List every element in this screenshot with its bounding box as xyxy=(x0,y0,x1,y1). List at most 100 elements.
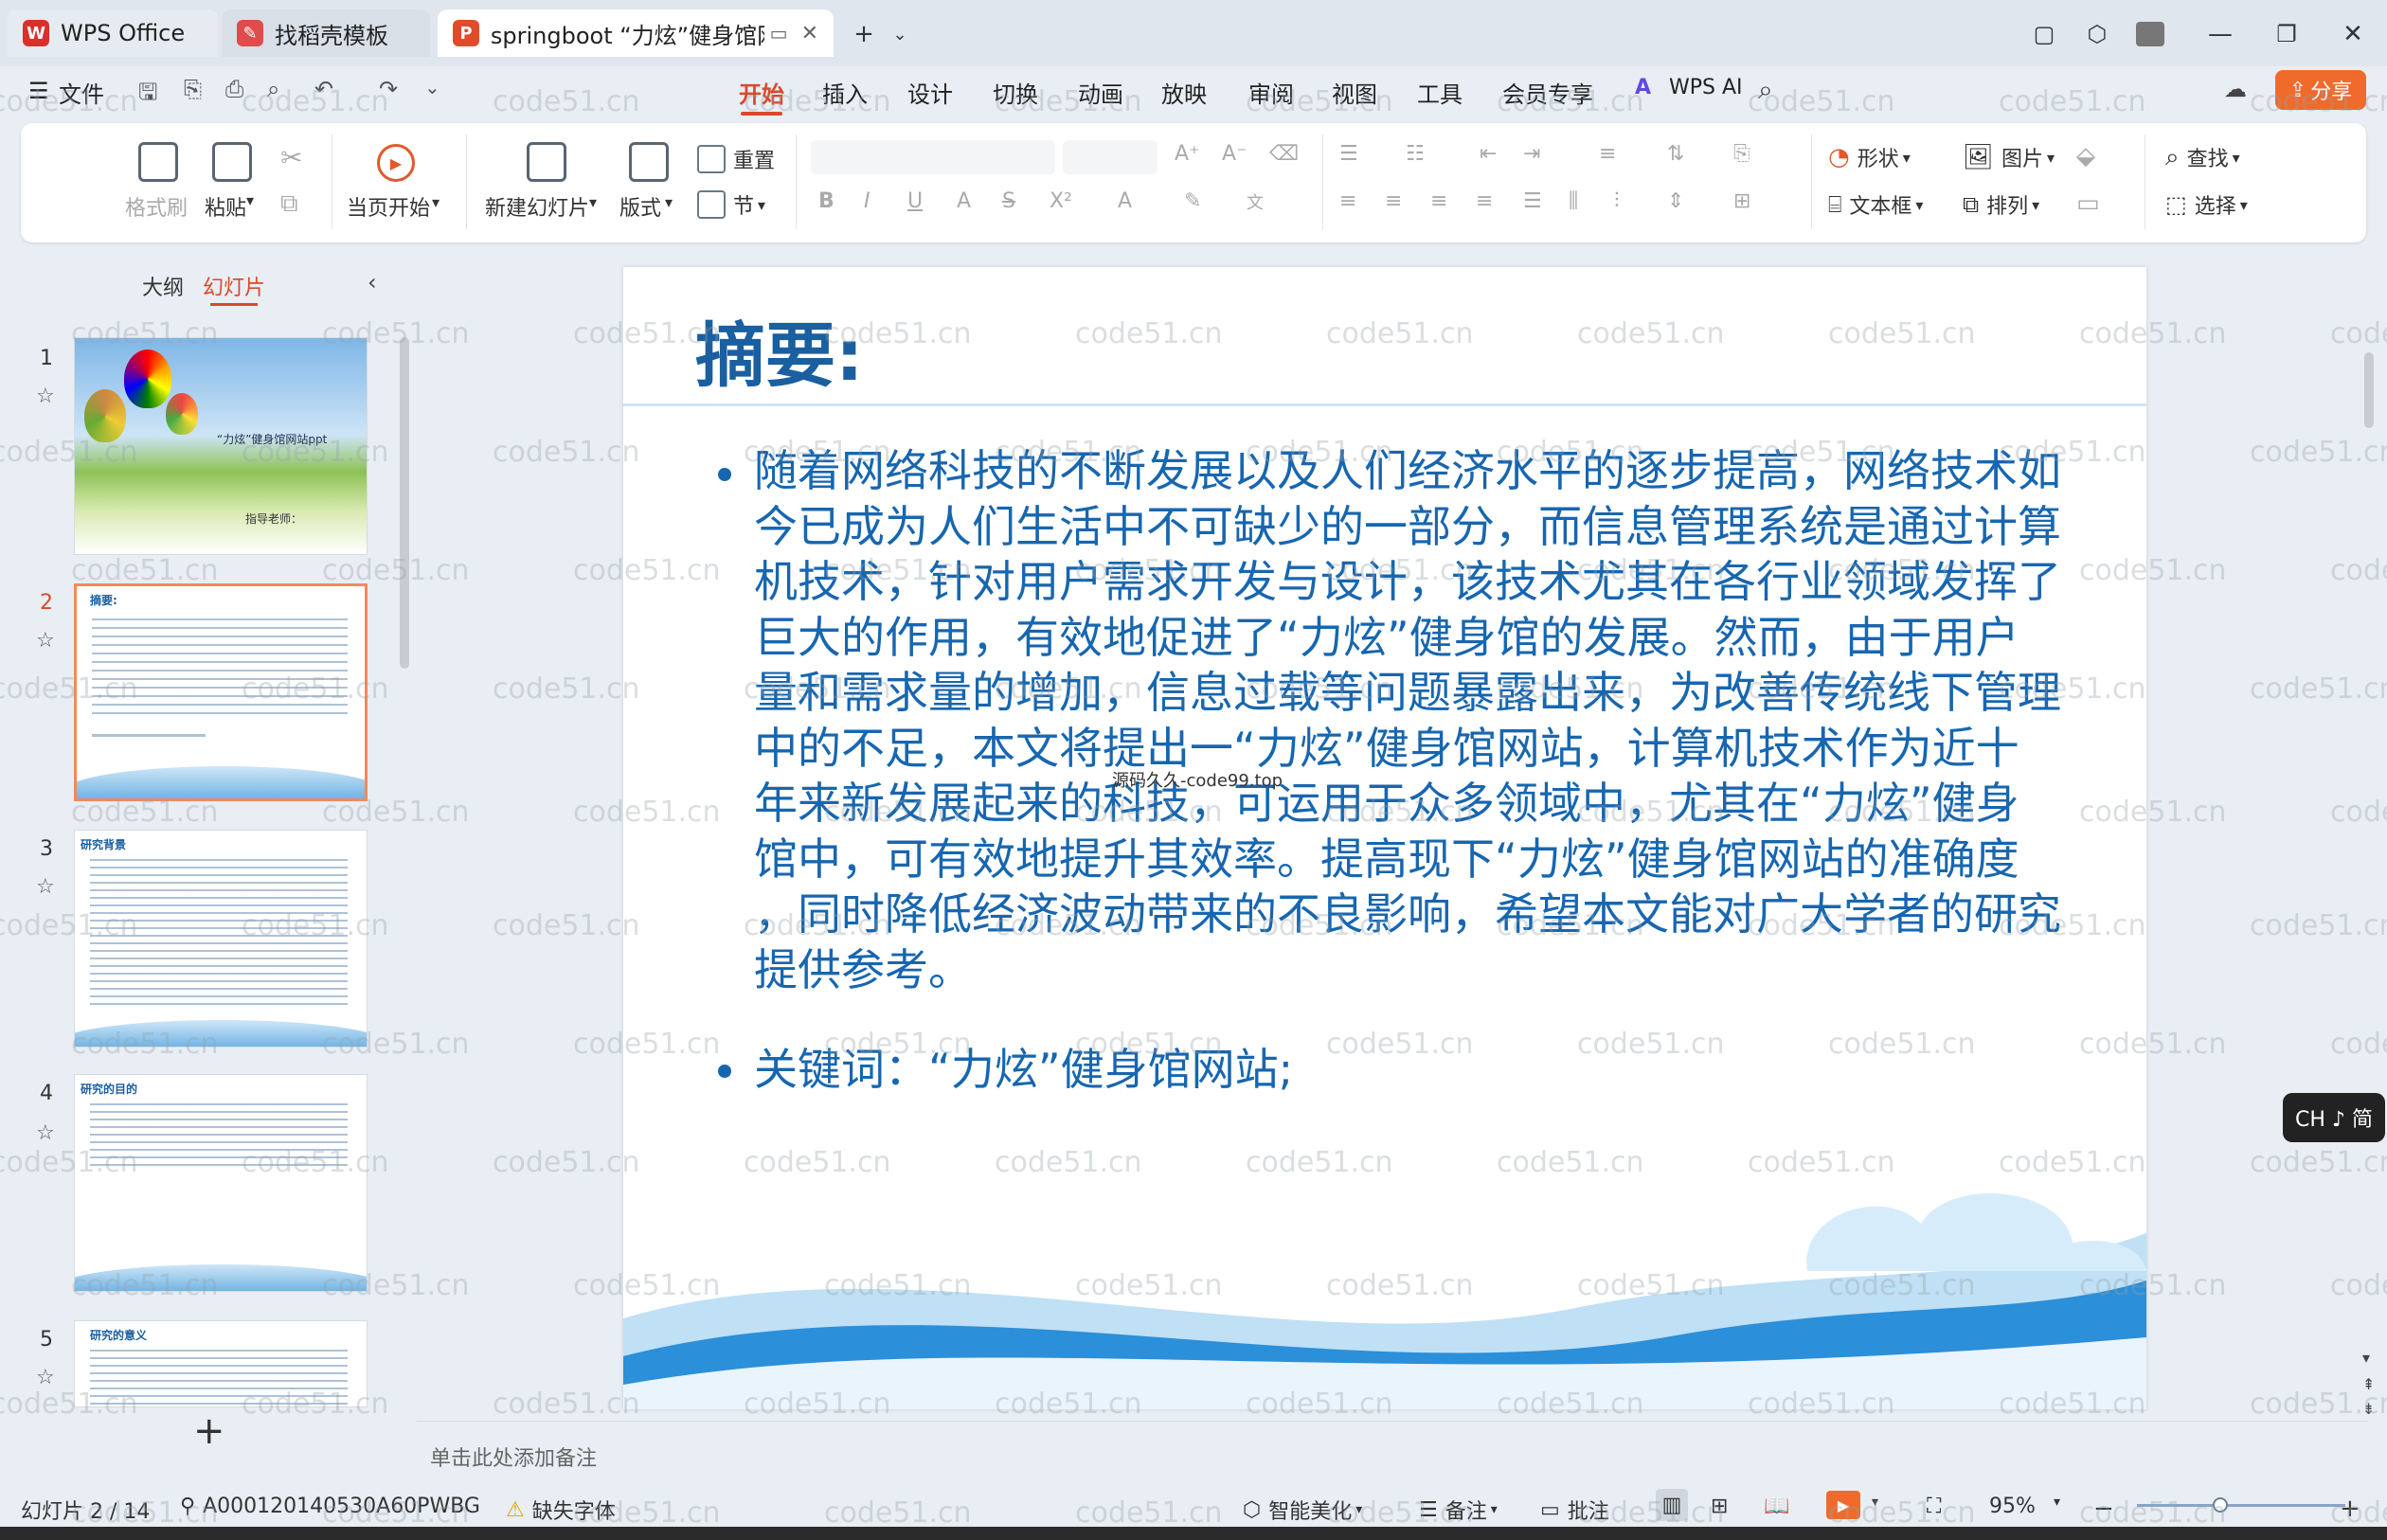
tab-outline[interactable]: 大纲 xyxy=(142,271,184,301)
hamburger-icon[interactable]: ☰ xyxy=(28,78,49,104)
fit-window-icon[interactable]: ⛶ xyxy=(1927,1495,1941,1518)
shadow-icon[interactable]: A xyxy=(957,189,971,213)
zoom-dropdown-icon[interactable]: ▾ xyxy=(2054,1495,2060,1510)
slide-thumbnail-1[interactable]: “力炫”健身馆网站ppt 指导老师： xyxy=(74,337,368,555)
font-family-select[interactable] xyxy=(811,140,1055,174)
search-icon[interactable]: ⌕ xyxy=(1758,74,1773,106)
maximize-icon[interactable]: ❐ xyxy=(2266,13,2307,55)
phonetic-icon[interactable]: 文 xyxy=(1247,189,1264,214)
quick-access-dropdown-icon[interactable]: ⌄ xyxy=(424,76,440,98)
canvas-scrollbar[interactable] xyxy=(2364,352,2374,428)
menu-member[interactable]: 会员专享 xyxy=(1502,76,1593,109)
zoom-in-icon[interactable]: + xyxy=(2340,1495,2360,1523)
play-from-current-button[interactable]: 当页开始 xyxy=(347,191,430,222)
sorter-view-icon[interactable]: ⊞ xyxy=(1711,1495,1728,1518)
window-layout-icon[interactable]: ▢ xyxy=(2023,13,2065,55)
clear-format-icon[interactable]: ⌫ xyxy=(1269,142,1299,166)
copy-icon[interactable]: ⧉ xyxy=(280,189,298,219)
star-icon[interactable]: ☆ xyxy=(36,385,55,408)
select-button[interactable]: ⬚ 选择 ▾ xyxy=(2165,189,2248,220)
textbox-button[interactable]: ⌸ 文本框 ▾ xyxy=(1828,189,1923,220)
slide-thumbnail-2[interactable]: 摘要: xyxy=(74,583,368,801)
minimize-icon[interactable]: — xyxy=(2199,13,2241,55)
menu-slideshow[interactable]: 放映 xyxy=(1161,76,1207,109)
section-button[interactable]: 节 ▾ xyxy=(697,189,765,220)
underline-icon[interactable]: U xyxy=(907,189,923,213)
align-left-icon[interactable]: ≡ xyxy=(1339,189,1356,213)
text-align-icon[interactable]: ⇕ xyxy=(1667,189,1684,213)
arrange-button[interactable]: ⧉ 排列 ▾ xyxy=(1963,189,2039,220)
menu-design[interactable]: 设计 xyxy=(907,76,953,109)
add-slide-button[interactable]: + xyxy=(193,1409,225,1453)
menu-home[interactable]: 开始 xyxy=(739,76,784,109)
missing-font-button[interactable]: ⚠ 缺失字体 xyxy=(506,1495,616,1525)
decrease-indent-icon[interactable]: ⇤ xyxy=(1480,142,1497,166)
increase-font-icon[interactable]: A⁺ xyxy=(1175,142,1200,166)
normal-view-icon[interactable]: ▥ xyxy=(1656,1489,1688,1521)
tab-wps-office[interactable]: W WPS Office xyxy=(8,9,218,57)
format-painter-button[interactable]: 格式刷 xyxy=(125,191,188,222)
smartart-icon[interactable]: ⊞ xyxy=(1733,189,1750,213)
zoom-out-icon[interactable]: − xyxy=(2093,1495,2114,1523)
convert-icon[interactable]: ⎘ xyxy=(1733,142,1750,166)
menu-animation[interactable]: 动画 xyxy=(1078,76,1123,109)
reset-button[interactable]: 重置 xyxy=(697,144,775,174)
doc-id-button[interactable]: ⚲ A000120140530A60PWBG xyxy=(180,1495,480,1518)
tab-dropdown-icon[interactable]: ⌄ xyxy=(879,13,921,55)
slide-title[interactable]: 摘要: xyxy=(695,299,864,401)
close-window-icon[interactable]: ✕ xyxy=(2332,13,2374,55)
tab-template[interactable]: ✎ 找稻壳模板 xyxy=(222,9,430,57)
font-size-select[interactable] xyxy=(1063,140,1158,174)
scroll-down-icon[interactable]: ▾ xyxy=(2362,1349,2370,1367)
star-icon[interactable]: ☆ xyxy=(36,1121,55,1145)
layout-button[interactable]: 版式 xyxy=(619,191,661,222)
italic-icon[interactable]: I xyxy=(864,189,870,213)
star-icon[interactable]: ☆ xyxy=(36,875,55,899)
tab-document[interactable]: P springboot “力炫”健身馆网 ▭ ✕ xyxy=(438,9,834,57)
next-slide-icon[interactable]: ⇟ xyxy=(2362,1400,2375,1418)
box-icon[interactable]: ⬡ xyxy=(2076,13,2118,55)
menu-review[interactable]: 审阅 xyxy=(1248,76,1294,109)
justify-icon[interactable]: ≡ xyxy=(1476,189,1493,213)
notes-button[interactable]: ☰ 备注 ▾ xyxy=(1419,1495,1498,1525)
print-preview-icon[interactable]: ⌕ xyxy=(267,76,279,102)
abstract-paragraph[interactable]: 随着网络科技的不断发展以及人们经济水平的逐步提高，网络技术如 今已成为人们生活中… xyxy=(754,443,2118,997)
share-button[interactable]: ⇪ 分享 xyxy=(2275,70,2366,110)
cut-icon[interactable]: ✂ xyxy=(280,142,302,173)
monitor-icon[interactable]: ▭ xyxy=(770,22,788,45)
panel-scrollbar[interactable] xyxy=(400,337,409,669)
layout-dropdown-icon[interactable]: ▾ xyxy=(665,193,673,211)
zoom-slider-thumb[interactable] xyxy=(2213,1497,2228,1513)
print-icon[interactable]: ⎙ xyxy=(225,76,243,102)
save-icon[interactable]: 🖫 xyxy=(138,76,157,115)
shape-button[interactable]: ◔ 形状 ▾ xyxy=(1828,142,1911,172)
paste-button[interactable]: 粘贴 xyxy=(205,191,246,222)
highlight-icon[interactable]: ✎ xyxy=(1184,189,1201,213)
slideshow-play-icon[interactable]: ▶ xyxy=(1826,1491,1860,1519)
slide-thumbnail-5[interactable]: 研究的意义 xyxy=(74,1320,368,1407)
notes-area[interactable]: 单击此处添加备注 xyxy=(417,1428,2160,1477)
cloud-icon[interactable]: ☁ xyxy=(2224,76,2247,102)
text-direction-icon[interactable]: ⇅ xyxy=(1667,142,1684,166)
distribute-icon[interactable]: ☰ xyxy=(1523,189,1542,213)
bold-icon[interactable]: B xyxy=(818,189,835,213)
menu-wps-ai[interactable]: WPS AI xyxy=(1669,76,1743,99)
picture-button[interactable]: 🖼 图片 ▾ xyxy=(1963,142,2055,172)
slide-thumbnail-4[interactable]: 研究的目的 xyxy=(74,1074,368,1292)
ime-indicator[interactable]: CH ♪ 简 xyxy=(2283,1093,2385,1142)
increase-indent-icon[interactable]: ⇥ xyxy=(1523,142,1540,166)
star-icon[interactable]: ☆ xyxy=(36,1366,55,1389)
superscript-icon[interactable]: X² xyxy=(1050,189,1072,213)
align-center-icon[interactable]: ≡ xyxy=(1385,189,1402,213)
new-slide-dropdown-icon[interactable]: ▾ xyxy=(589,193,597,211)
zoom-slider-track[interactable] xyxy=(2137,1504,2345,1507)
reading-view-icon[interactable]: 📖 xyxy=(1764,1495,1789,1518)
undo-icon[interactable]: ↶ xyxy=(314,76,333,102)
align-right-icon[interactable]: ≡ xyxy=(1430,189,1447,213)
menu-insert[interactable]: 插入 xyxy=(822,76,868,109)
tab-slides[interactable]: 幻灯片 xyxy=(203,271,265,301)
menu-view[interactable]: 视图 xyxy=(1332,76,1377,109)
line-spacing-icon[interactable]: ≡ xyxy=(1599,142,1616,166)
decrease-font-icon[interactable]: A⁻ xyxy=(1222,142,1247,166)
column-icon[interactable]: ⫼ xyxy=(1569,189,1578,213)
